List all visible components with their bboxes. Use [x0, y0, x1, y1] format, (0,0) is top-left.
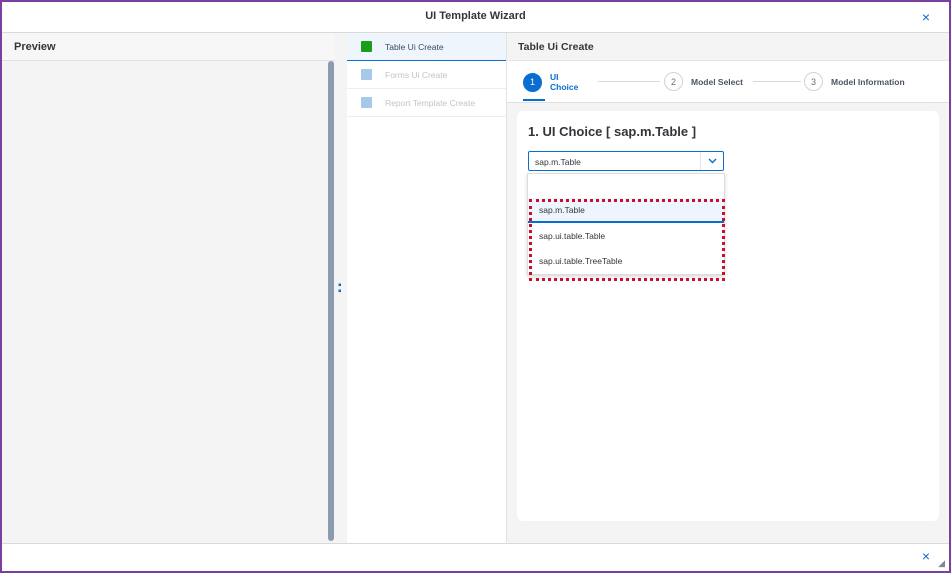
preview-pane: Preview — [2, 33, 336, 543]
dialog-frame: UI Template Wizard × Preview ▪ ▪ Table Ui… — [0, 0, 951, 573]
preview-title: Preview — [14, 41, 56, 53]
wizard-step-model-select[interactable]: 2 Model Select — [664, 72, 743, 91]
step-connector — [598, 81, 660, 82]
step-label: Model Information — [831, 76, 905, 87]
square-icon — [361, 41, 372, 52]
ui-type-select[interactable]: sap.m.Table — [528, 151, 724, 171]
nav-item-label: Table Ui Create — [385, 41, 444, 52]
step-number: 1 — [523, 72, 542, 92]
step-label: UI Choice — [550, 72, 579, 92]
splitter-handle[interactable]: ▪ ▪ — [335, 33, 347, 543]
content-card: 1. UI Choice [ sap.m.Table ] sap.m.Table… — [517, 111, 939, 521]
footer-close-icon[interactable]: × — [917, 547, 935, 565]
square-icon — [361, 69, 372, 80]
wizard-progress-bar: 1 UI Choice 2 Model Select 3 Model Infor… — [507, 60, 949, 103]
dialog-title: UI Template Wizard — [425, 10, 526, 22]
main-title: Table Ui Create — [518, 41, 594, 53]
template-nav: Table Ui Create Forms Ui Create Report T… — [347, 33, 507, 543]
nav-item-label: Forms Ui Create — [385, 69, 448, 80]
step-number: 2 — [664, 72, 683, 91]
active-step-indicator — [523, 99, 545, 101]
close-icon[interactable]: × — [917, 8, 935, 26]
main-panel: Table Ui Create 1 UI Choice 2 Model Sele… — [507, 33, 949, 543]
nav-item-report-template-create[interactable]: Report Template Create — [347, 89, 506, 117]
resize-grip-icon[interactable]: ◢ — [938, 558, 945, 569]
grip-icon: ▪ ▪ — [338, 280, 342, 297]
nav-item-table-ui-create[interactable]: Table Ui Create — [347, 33, 506, 61]
dialog-footer: ◢ — [2, 543, 949, 571]
dropdown-empty-row — [528, 174, 724, 198]
nav-item-label: Report Template Create — [385, 97, 476, 108]
dialog-header: UI Template Wizard × — [2, 2, 949, 33]
wizard-step-ui-choice[interactable]: 1 UI Choice — [523, 72, 584, 92]
select-dropdown-list: sap.m.Table sap.ui.table.Table sap.ui.ta… — [527, 173, 725, 275]
nav-item-forms-ui-create[interactable]: Forms Ui Create — [347, 61, 506, 89]
preview-scrollbar[interactable] — [328, 61, 334, 541]
dropdown-option[interactable]: sap.m.Table — [528, 198, 724, 223]
step-connector — [753, 81, 801, 82]
dropdown-option[interactable]: sap.ui.table.Table — [528, 223, 724, 248]
square-icon — [361, 97, 372, 108]
dropdown-option[interactable]: sap.ui.table.TreeTable — [528, 248, 724, 273]
step-number: 3 — [804, 72, 823, 91]
section-heading: 1. UI Choice [ sap.m.Table ] — [528, 124, 697, 139]
chevron-down-icon[interactable] — [700, 152, 723, 170]
preview-header: Preview — [2, 33, 335, 61]
wizard-step-model-information[interactable]: 3 Model Information — [804, 72, 905, 91]
select-value: sap.m.Table — [535, 157, 581, 167]
step-label: Model Select — [691, 76, 743, 87]
